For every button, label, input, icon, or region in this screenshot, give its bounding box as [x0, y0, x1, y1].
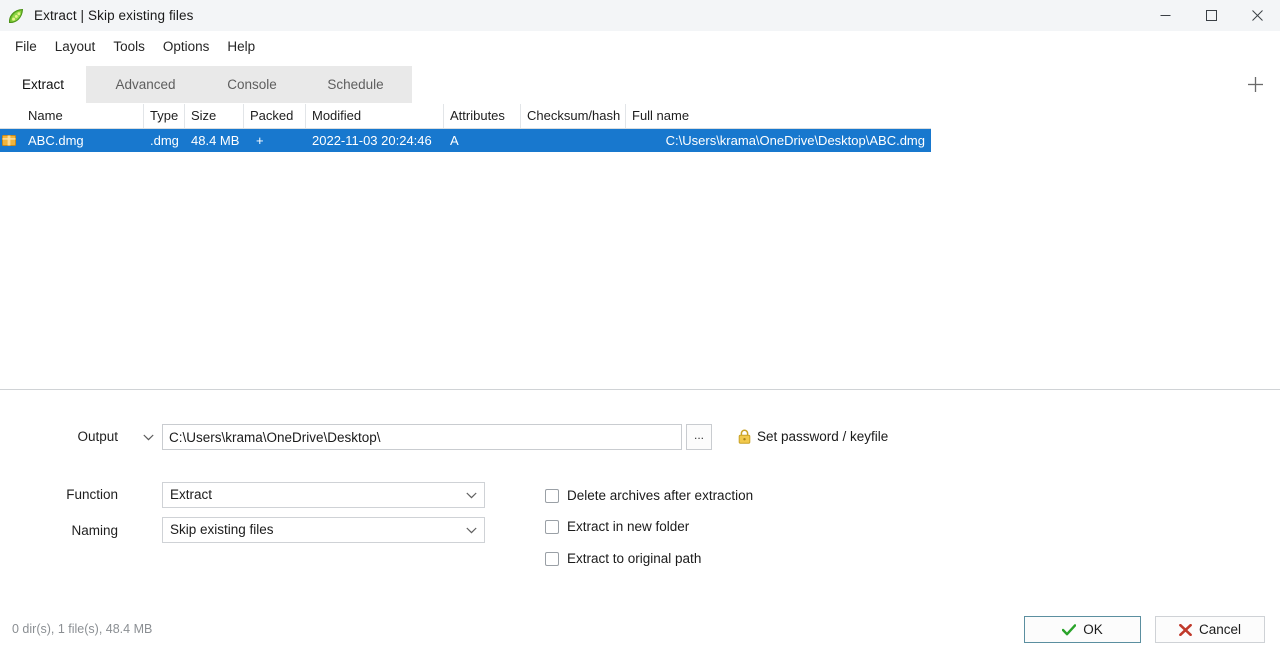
column-header-fullname[interactable]: Full name	[626, 104, 931, 128]
peazip-pea-icon	[7, 7, 25, 25]
check-icon	[1062, 624, 1076, 636]
function-select-value: Extract	[170, 483, 212, 507]
checkbox-extract-to-original-path[interactable]: Extract to original path	[545, 551, 701, 566]
column-header-checksum[interactable]: Checksum/hash	[521, 104, 626, 128]
checkbox-label: Extract in new folder	[567, 519, 689, 534]
output-path-input[interactable]	[162, 424, 682, 450]
checkbox-label: Extract to original path	[567, 551, 701, 566]
checkbox-delete-archives-after-extraction[interactable]: Delete archives after extraction	[545, 488, 753, 503]
column-header-size[interactable]: Size	[185, 104, 244, 128]
ok-button-label: OK	[1083, 622, 1103, 637]
tab-advanced[interactable]: Advanced	[86, 66, 205, 103]
menu-item-file[interactable]: File	[6, 36, 46, 57]
file-list-header: Name Type Size Packed Modified Attribute…	[0, 104, 931, 129]
menu-item-options[interactable]: Options	[154, 36, 219, 57]
file-list: Name Type Size Packed Modified Attribute…	[0, 104, 1280, 389]
checkbox-label: Delete archives after extraction	[567, 488, 753, 503]
cell-modified: 2022-11-03 20:24:46	[306, 129, 432, 152]
plus-icon[interactable]	[1241, 70, 1269, 98]
column-header-name[interactable]: Name	[22, 104, 144, 128]
tab-strip: Extract Advanced Console Schedule	[0, 66, 1280, 103]
checkbox-extract-in-new-folder[interactable]: Extract in new folder	[545, 519, 689, 534]
tab-schedule[interactable]: Schedule	[299, 66, 412, 103]
set-password-link[interactable]: Set password / keyfile	[738, 429, 888, 444]
column-header-type[interactable]: Type	[144, 104, 185, 128]
checkbox-box[interactable]	[545, 520, 559, 534]
chevron-down-icon[interactable]	[141, 430, 155, 444]
table-row[interactable]: ABC.dmg .dmg 48.4 MB + 2022-11-03 20:24:…	[0, 129, 931, 152]
window-controls	[1142, 0, 1280, 31]
set-password-label: Set password / keyfile	[757, 429, 888, 444]
padlock-icon	[738, 429, 751, 444]
browse-button[interactable]: ...	[686, 424, 712, 450]
menu-bar: File Layout Tools Options Help	[0, 31, 1280, 61]
status-bar: 0 dir(s), 1 file(s), 48.4 MB	[12, 622, 152, 636]
maximize-icon[interactable]	[1188, 0, 1234, 31]
naming-select-value: Skip existing files	[170, 518, 274, 542]
minimize-icon[interactable]	[1142, 0, 1188, 31]
output-label: Output	[0, 429, 118, 444]
title-bar: Extract | Skip existing files	[0, 0, 1280, 31]
cell-packed: +	[250, 129, 264, 152]
function-select[interactable]: Extract	[162, 482, 485, 508]
menu-item-help[interactable]: Help	[218, 36, 264, 57]
cell-fullname: C:\Users\krama\OneDrive\Desktop\ABC.dmg	[620, 129, 931, 152]
checkbox-box[interactable]	[545, 552, 559, 566]
archive-file-icon	[2, 134, 16, 147]
cell-attributes: A	[444, 129, 459, 152]
menu-item-layout[interactable]: Layout	[46, 36, 105, 57]
naming-select[interactable]: Skip existing files	[162, 517, 485, 543]
ok-button[interactable]: OK	[1024, 616, 1141, 643]
cell-type: .dmg	[144, 129, 179, 152]
tab-console[interactable]: Console	[205, 66, 299, 103]
tab-extract[interactable]: Extract	[0, 66, 86, 103]
function-label: Function	[0, 487, 118, 502]
naming-label: Naming	[0, 523, 118, 538]
column-header-attributes[interactable]: Attributes	[444, 104, 521, 128]
checkbox-box[interactable]	[545, 489, 559, 503]
close-icon[interactable]	[1234, 0, 1280, 31]
chevron-down-icon	[466, 518, 477, 542]
column-header-packed[interactable]: Packed	[244, 104, 306, 128]
menu-item-tools[interactable]: Tools	[104, 36, 154, 57]
chevron-down-icon	[466, 483, 477, 507]
cell-size: 48.4 MB	[185, 129, 239, 152]
cell-name: ABC.dmg	[22, 129, 84, 152]
cancel-button-label: Cancel	[1199, 622, 1241, 637]
window-title: Extract | Skip existing files	[34, 8, 193, 23]
column-header-modified[interactable]: Modified	[306, 104, 444, 128]
cross-icon	[1179, 624, 1192, 636]
cancel-button[interactable]: Cancel	[1155, 616, 1265, 643]
